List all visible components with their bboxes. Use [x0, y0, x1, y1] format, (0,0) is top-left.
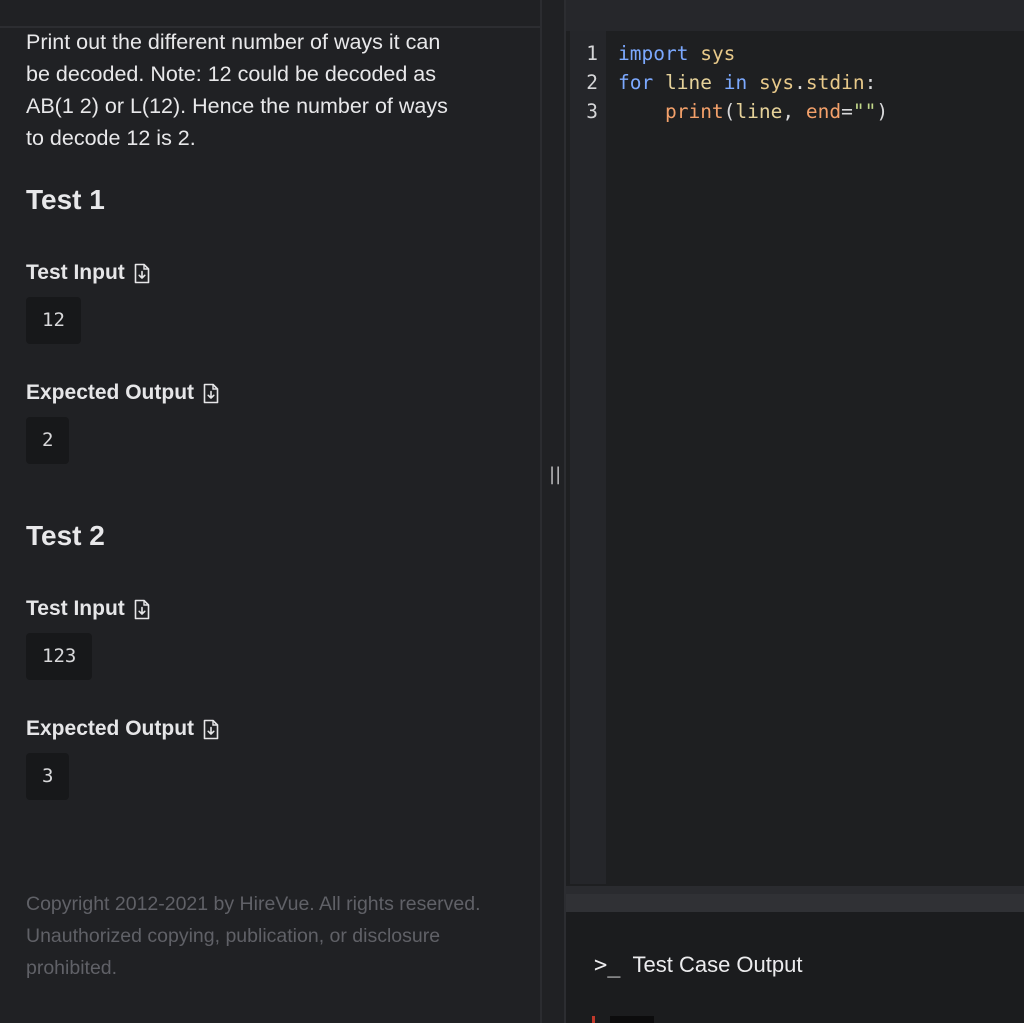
test-1-output-label-row: Expected Output — [26, 379, 219, 407]
copyright-notice: Copyright 2012-2021 by HireVue. All righ… — [26, 893, 481, 979]
code-token: for — [618, 71, 654, 94]
code-token: = — [841, 100, 853, 123]
resize-handle-icon[interactable]: || — [549, 464, 561, 485]
code-line[interactable]: 3 print(line, end="") — [568, 97, 1018, 126]
code-line[interactable]: 1 import sys — [568, 39, 1018, 68]
code-token: sys — [758, 71, 795, 94]
line-code[interactable]: for line in sys.stdin: — [618, 68, 876, 97]
line-number: 1 — [586, 42, 598, 65]
test-2-output-label: Expected Output — [26, 717, 195, 740]
test-case-output-tab[interactable]: >_ Test Case Output — [594, 952, 802, 978]
test-1-heading: Test 1 — [26, 184, 105, 215]
editor-toolbar — [566, 0, 1024, 31]
code-token: line — [735, 100, 783, 123]
code-token: end — [805, 100, 842, 123]
output-scroll-thumb[interactable] — [610, 1016, 654, 1023]
code-line[interactable]: 2 for line in sys.stdin: — [568, 68, 1018, 97]
file-download-icon[interactable] — [134, 263, 150, 284]
test-1-expected-output-value: 2 — [26, 417, 70, 464]
file-download-icon[interactable] — [134, 599, 150, 620]
code-editor[interactable]: 1 import sys 2 for line in sys.stdin: 3 prin… — [568, 31, 1024, 886]
editor-panel: 1 import sys 2 for line in sys.stdin: 3 prin… — [564, 0, 1024, 1023]
code-token: , — [782, 100, 806, 123]
code-token: stdin — [805, 71, 865, 94]
output-panel: >_ Test Case Output — [566, 912, 1024, 1023]
test-2-expected-output-value: 3 — [26, 753, 70, 800]
code-token: . — [794, 71, 806, 94]
output-indicator — [592, 1016, 595, 1023]
test-2-input-label: Test Input — [26, 597, 125, 620]
code-token: import — [618, 42, 689, 65]
code-token: ( — [723, 100, 736, 123]
line-number: 3 — [586, 100, 598, 123]
test-2-input-value: 123 — [26, 633, 93, 680]
code-token: : — [864, 71, 877, 94]
code-token: ) — [876, 100, 889, 123]
app-root: Print out the different number of ways i… — [0, 0, 1024, 1023]
panel-divider[interactable]: || — [542, 0, 564, 1023]
test-2-input-label-row: Test Input — [26, 595, 150, 623]
problem-description: Print out the different number of ways i… — [26, 30, 448, 150]
editor-output-splitter[interactable] — [566, 886, 1024, 894]
test-1-output-label: Expected Output — [26, 381, 195, 404]
test-2-heading: Test 2 — [26, 520, 105, 551]
test-1-input-label: Test Input — [26, 261, 125, 284]
code-token: in — [723, 71, 748, 94]
line-number: 2 — [586, 71, 598, 94]
line-code[interactable]: print(line, end="") — [618, 97, 888, 126]
code-token: sys — [700, 42, 736, 65]
code-token: "" — [852, 100, 877, 123]
problem-panel[interactable]: Print out the different number of ways i… — [0, 0, 542, 1023]
line-number-gutter — [570, 31, 606, 884]
test-1-input-value: 12 — [26, 297, 81, 344]
test-case-output-label: Test Case Output — [632, 952, 803, 977]
file-download-icon[interactable] — [203, 383, 219, 404]
terminal-icon: >_ — [594, 952, 621, 978]
file-download-icon[interactable] — [203, 719, 219, 740]
output-tab-bar — [566, 894, 1024, 912]
code-token: print — [664, 100, 724, 123]
test-2-output-label-row: Expected Output — [26, 715, 219, 743]
line-code[interactable]: import sys — [618, 39, 735, 68]
test-1-input-label-row: Test Input — [26, 259, 150, 287]
code-token: line — [664, 71, 712, 94]
